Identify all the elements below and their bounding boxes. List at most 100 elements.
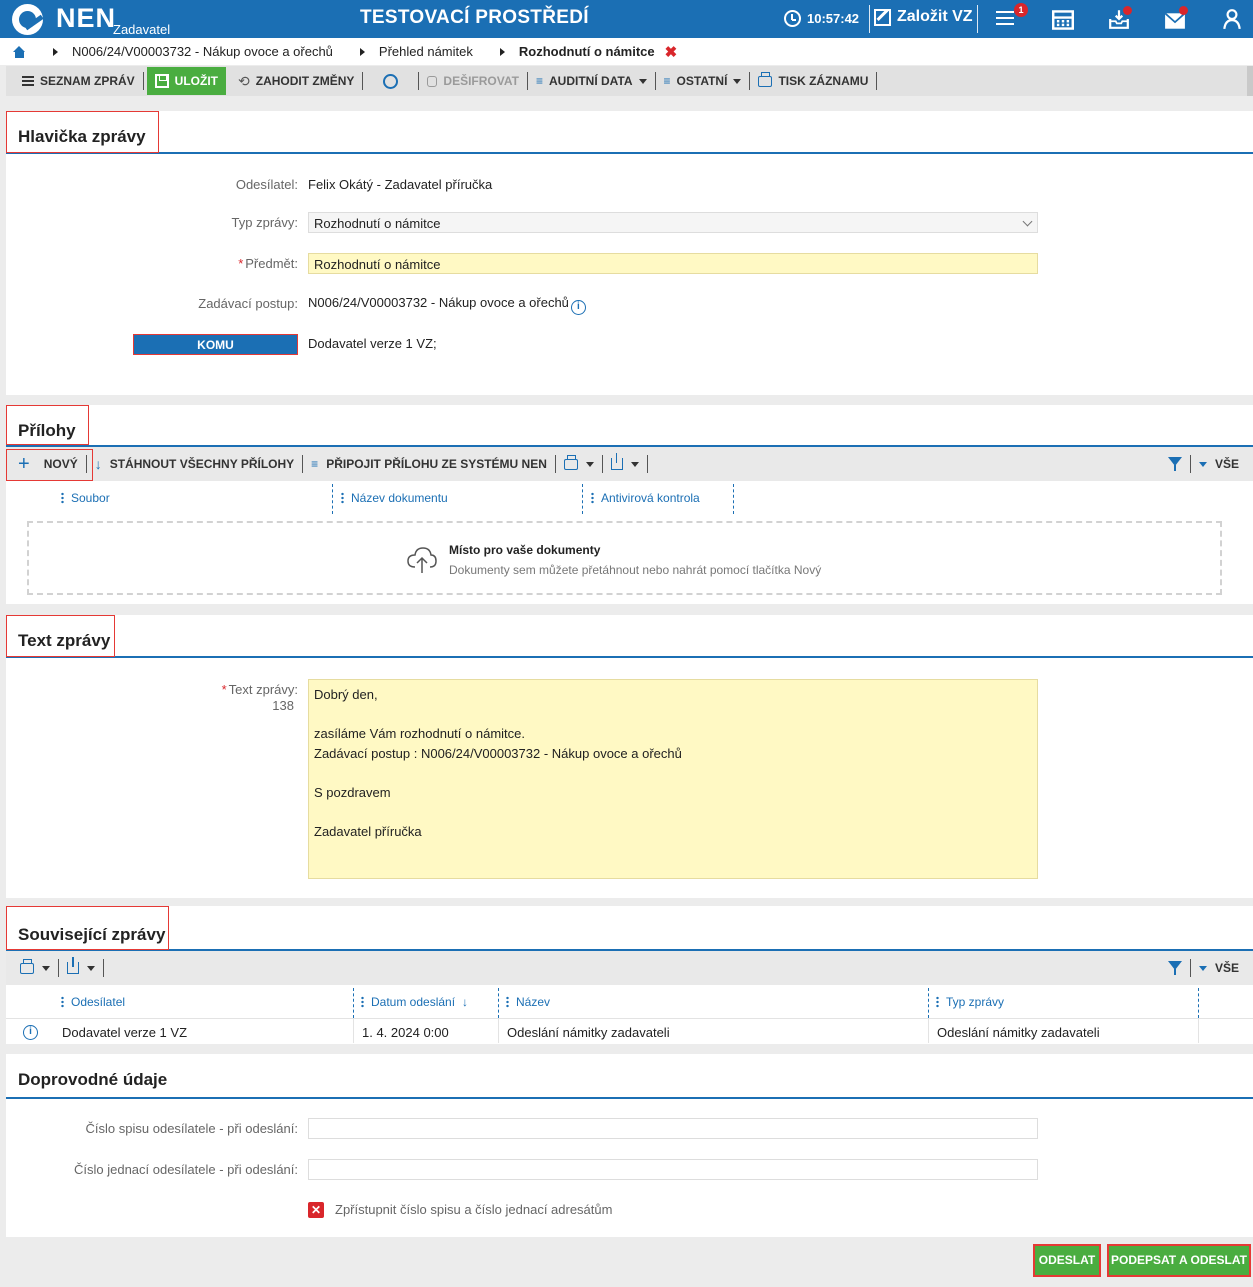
column-header-antivirus[interactable]: Antivirová kontrola	[591, 491, 700, 505]
divider	[646, 455, 648, 473]
row-name[interactable]: Odeslání námitky zadavateli	[507, 1025, 670, 1040]
other-icon: ≡	[663, 74, 671, 88]
column-header-name[interactable]: Název	[506, 995, 550, 1009]
mail-alert-dot	[1179, 6, 1188, 15]
column-header-file[interactable]: Soubor	[61, 491, 110, 505]
row-message-type[interactable]: Odeslání námitky zadavateli	[937, 1025, 1100, 1040]
download-all-button[interactable]: ↓ STÁHNOUT VŠECHNY PŘÍLOHY	[87, 447, 302, 481]
message-text-area[interactable]: Dobrý den, zasíláme Vám rozhodnutí o nám…	[308, 679, 1038, 879]
audit-label: AUDITNÍ DATA	[548, 74, 633, 88]
file-number-label: Číslo spisu odesílatele - při odeslání:	[85, 1121, 298, 1136]
edit-icon	[874, 8, 891, 26]
message-list-button[interactable]: SEZNAM ZPRÁV	[6, 66, 143, 96]
discard-label: ZAHODIT ZMĚNY	[255, 74, 355, 88]
row-sent-date[interactable]: 1. 4. 2024 0:00	[362, 1025, 449, 1040]
create-contract-button[interactable]: Založit VZ	[874, 8, 973, 26]
column-header-sender[interactable]: Odesílatel	[61, 995, 125, 1009]
divider	[6, 1097, 1253, 1099]
filter-button[interactable]	[1160, 447, 1190, 481]
column-separator[interactable]	[332, 484, 333, 514]
subject-label: * Předmět:	[238, 256, 298, 271]
file-dropzone[interactable]: Místo pro vaše dokumenty Dokumenty sem m…	[27, 521, 1222, 595]
column-header-message-type[interactable]: Typ zprávy	[936, 995, 1004, 1009]
audit-icon: ≡	[535, 74, 543, 88]
print-menu-button[interactable]	[556, 447, 602, 481]
chevron-down-icon	[42, 965, 50, 971]
section-title: Doprovodné údaje	[18, 1070, 168, 1089]
user-icon[interactable]	[1221, 8, 1243, 30]
column-separator[interactable]	[582, 484, 583, 514]
chevron-right-icon	[53, 47, 58, 56]
breadcrumb-procedure[interactable]: N006/24/V00003732 - Nákup ovoce a ořechů	[72, 44, 333, 59]
home-icon[interactable]	[13, 45, 26, 58]
divider	[977, 5, 978, 33]
discard-changes-button[interactable]: ⟲ ZAHODIT ZMĚNY	[226, 66, 362, 96]
attachments-toolbar: + NOVÝ ↓ STÁHNOUT VŠECHNY PŘÍLOHY ≡ PŘIP…	[6, 447, 1253, 481]
row-sender[interactable]: Dodavatel verze 1 VZ	[62, 1025, 187, 1040]
chevron-right-icon	[499, 47, 505, 56]
message-type-select[interactable]: Rozhodnutí o námitce	[308, 212, 1038, 233]
decrypt-label: DEŠIFROVAT	[443, 74, 519, 88]
chevron-down-icon	[1198, 461, 1207, 467]
info-icon[interactable]: i	[570, 300, 586, 315]
save-icon	[154, 74, 169, 88]
row-info-icon[interactable]: i	[23, 1025, 38, 1040]
breadcrumb-objections[interactable]: Přehled námitek	[379, 44, 473, 59]
filter-button[interactable]	[1160, 951, 1190, 985]
audit-data-button[interactable]: ≡ AUDITNÍ DATA	[528, 66, 655, 96]
column-separator[interactable]	[928, 988, 929, 1018]
attach-from-system-button[interactable]: ≡ PŘIPOJIT PŘÍLOHU ZE SYSTÉMU NEN	[303, 447, 555, 481]
sign-and-send-button[interactable]: PODEPSAT A ODESLAT	[1107, 1244, 1251, 1277]
export-menu-button[interactable]	[59, 951, 103, 985]
column-separator[interactable]	[498, 988, 499, 1018]
chevron-down-icon	[1022, 216, 1033, 227]
filter-icon	[1167, 961, 1182, 975]
reference-number-input[interactable]	[308, 1159, 1038, 1180]
other-button[interactable]: ≡ OSTATNÍ	[656, 66, 750, 96]
message-type-value: Rozhodnutí o námitce	[314, 216, 441, 231]
notification-badge: 1	[1014, 3, 1028, 17]
calendar-icon[interactable]	[1052, 9, 1074, 31]
divider	[6, 1018, 1253, 1019]
environment-title: TESTOVACÍ PROSTŘEDÍ	[360, 7, 589, 28]
breadcrumb: N006/24/V00003732 - Nákup ovoce a ořechů…	[0, 38, 1253, 65]
nen-logo-icon[interactable]	[12, 4, 44, 35]
logo-text[interactable]: NEN	[56, 3, 116, 34]
column-separator[interactable]	[353, 988, 354, 1018]
create-contract-label: Založit VZ	[897, 8, 973, 25]
certificate-icon	[383, 73, 399, 89]
save-button[interactable]: ULOŽIT	[146, 67, 226, 95]
export-menu-button[interactable]	[603, 447, 647, 481]
share-numbers-checkbox[interactable]: ✕	[308, 1202, 324, 1218]
attach-icon: ≡	[311, 457, 319, 471]
certificate-button[interactable]	[363, 66, 418, 96]
clock-icon	[784, 10, 801, 27]
column-separator[interactable]	[1198, 988, 1199, 1018]
divider	[103, 959, 104, 977]
printer-icon	[20, 958, 34, 974]
printer-icon	[563, 454, 578, 470]
action-toolbar: SEZNAM ZPRÁV ULOŽIT ⟲ ZAHODIT ZMĚNY DEŠI…	[6, 66, 1253, 96]
chevron-right-icon	[359, 47, 365, 56]
chevron-down-icon	[87, 965, 95, 971]
file-number-input[interactable]	[308, 1118, 1038, 1139]
view-all-dropdown[interactable]: VŠE	[1191, 951, 1253, 985]
menu-icon[interactable]	[996, 7, 1014, 29]
sort-descending-icon: ↓	[462, 995, 469, 1009]
subject-input[interactable]: Rozhodnutí o námitce	[308, 253, 1038, 274]
print-record-button[interactable]: TISK ZÁZNAMU	[750, 66, 876, 96]
highlight-box	[6, 449, 93, 481]
view-all-dropdown[interactable]: VŠE	[1191, 447, 1253, 481]
print-menu-button[interactable]	[6, 951, 58, 985]
recipients-button[interactable]: KOMU	[133, 334, 298, 355]
view-all-label: VŠE	[1214, 457, 1239, 471]
column-separator[interactable]	[733, 484, 734, 514]
decrypt-button[interactable]: DEŠIFROVAT	[419, 66, 527, 96]
column-header-sent-date[interactable]: Datum odeslání ↓	[361, 995, 468, 1009]
message-list-label: SEZNAM ZPRÁV	[40, 74, 135, 88]
list-icon	[22, 76, 34, 86]
close-icon[interactable]: ✖	[665, 43, 678, 61]
column-header-document-name[interactable]: Název dokumentu	[341, 491, 448, 505]
send-button[interactable]: ODESLAT	[1033, 1244, 1101, 1277]
scrollbar[interactable]	[1247, 66, 1253, 96]
